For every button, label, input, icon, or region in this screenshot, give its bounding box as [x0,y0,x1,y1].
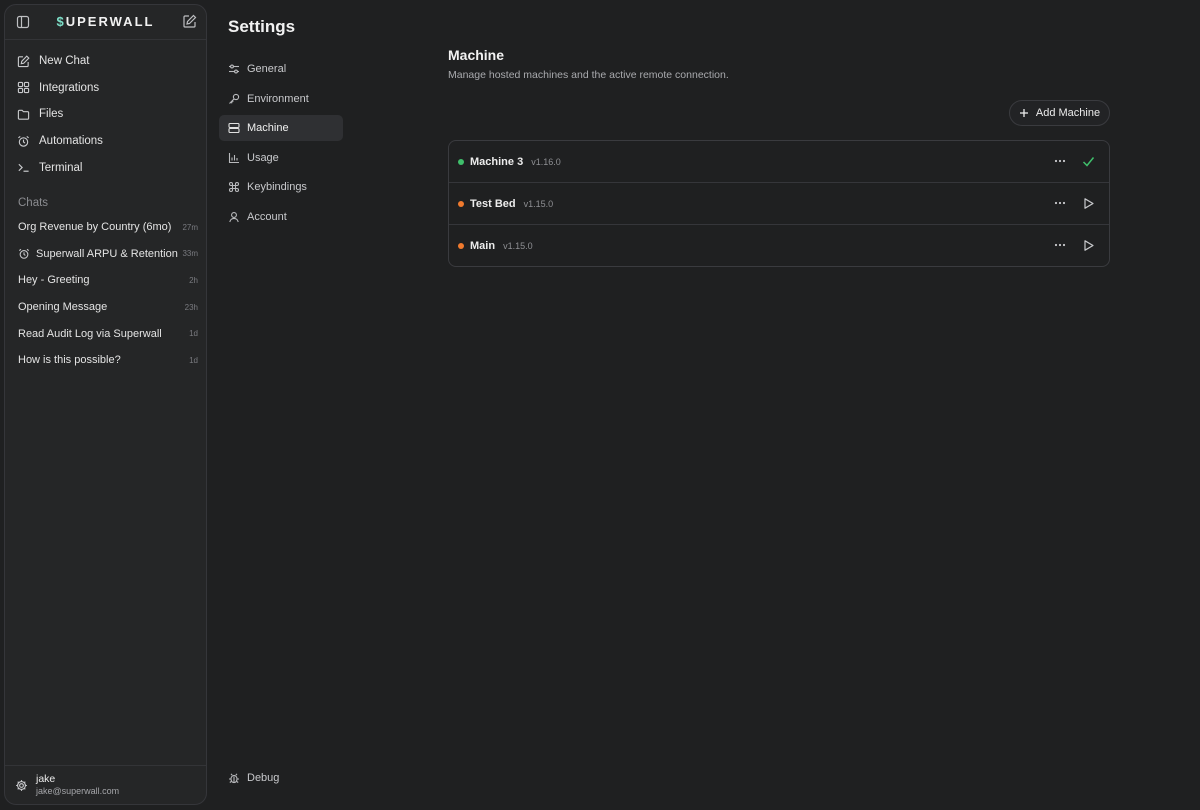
more-options-icon[interactable] [1054,239,1066,251]
settings-tab-label: Usage [247,151,279,164]
chat-time: 23h [184,302,198,312]
play-icon[interactable] [1082,197,1095,210]
settings-tab-machine[interactable]: Machine [219,115,343,141]
machine-version: v1.15.0 [503,241,533,251]
compose-icon [17,55,30,67]
chat-title: Org Revenue by Country (6mo) [18,221,172,234]
add-machine-label: Add Machine [1035,107,1101,119]
machine-list: Machine 3 v1.16.0 Test Bed v1.15.0 Main … [448,140,1110,267]
chats-section-title: Chats [18,197,49,209]
sidebar-item-label: Terminal [39,161,83,174]
sidebar-item-terminal[interactable]: Terminal [11,154,200,181]
alarm-icon [18,248,30,259]
chat-title: Superwall ARPU & Retention [36,247,178,260]
sidebar-item-files[interactable]: Files [11,101,200,128]
chat-title: Opening Message [18,301,108,314]
chat-time: 2h [189,275,198,285]
debug-label: Debug [247,772,280,784]
machine-name: Main [470,240,496,252]
settings-tab-label: Keybindings [247,181,307,193]
settings-tab-label: Environment [247,92,309,105]
section-title: Machine [448,47,505,63]
settings-tab-general[interactable]: General [219,56,343,82]
checkmark-icon[interactable] [1082,155,1095,168]
settings-nav: General Environment Machine Usage Keybin… [219,56,343,233]
superwall-logo: $UPERWALL [56,14,155,29]
chat-item[interactable]: How is this possible? 1d [11,347,200,374]
settings-tab-keybindings[interactable]: Keybindings [219,174,343,200]
settings-tab-label: Machine [247,122,289,134]
chat-time: 1d [189,355,198,365]
settings-tab-usage[interactable]: Usage [219,145,343,171]
grid-icon [17,82,30,94]
machine-name: Machine 3 [470,155,524,168]
more-options-icon[interactable] [1054,197,1066,209]
settings-tab-account[interactable]: Account [219,204,343,230]
machine-row[interactable]: Machine 3 v1.16.0 [449,141,1109,183]
sliders-icon [229,64,239,74]
chat-item[interactable]: Opening Message 23h [11,294,200,321]
machine-version: v1.15.0 [523,198,554,209]
chat-time: 33m [182,249,198,259]
sidebar-item-label: Integrations [39,81,100,94]
chat-time: 27m [182,222,198,232]
section-description: Manage hosted machines and the active re… [448,69,729,81]
settings-tab-label: General [247,63,287,75]
command-icon [228,181,240,193]
status-dot [458,158,464,165]
debug-button[interactable]: Debug [228,772,279,784]
server-icon [228,122,240,134]
status-dot [458,200,464,207]
machine-name: Test Bed [470,197,516,210]
machine-row[interactable]: Main v1.15.0 [449,225,1109,266]
terminal-icon [18,163,29,172]
chat-time: 1d [189,329,198,339]
chat-item[interactable]: Read Audit Log via Superwall 1d [11,320,200,347]
user-email: jake@superwall.com [36,786,120,796]
sidebar-item-automations[interactable]: Automations [11,128,200,155]
gear-icon[interactable] [15,779,28,792]
page-title: Settings [228,17,296,36]
plus-icon [1019,109,1028,117]
compose-icon[interactable] [182,14,197,29]
settings-tab-environment[interactable]: Environment [219,86,343,112]
status-dot [458,243,464,249]
machine-row[interactable]: Test Bed v1.15.0 [449,183,1109,225]
chat-item[interactable]: Hey - Greeting 2h [11,267,200,294]
sidebar-header: $UPERWALL [5,5,206,40]
user-profile[interactable]: jake jake@superwall.com [5,765,206,804]
chat-list: Org Revenue by Country (6mo) 27m Superwa… [11,214,200,374]
more-options-icon[interactable] [1054,155,1066,167]
folder-icon [17,109,30,120]
sidebar-nav: New Chat Integrations Files Automations … [11,48,200,181]
chat-item[interactable]: Superwall ARPU & Retention 33m [11,241,200,268]
chat-title: How is this possible? [18,354,121,367]
sidebar-item-integrations[interactable]: Integrations [11,75,200,102]
play-icon[interactable] [1082,239,1095,252]
bar-chart-icon [228,152,239,163]
add-machine-button[interactable]: Add Machine [1009,100,1110,126]
app-window: $UPERWALL New Chat Integrations Files Au… [0,0,1200,810]
sidebar-item-label: Files [39,108,64,121]
sidebar: $UPERWALL New Chat Integrations Files Au… [4,4,207,805]
chat-title: Read Audit Log via Superwall [18,327,162,340]
bug-icon [229,773,239,784]
machine-version: v1.16.0 [531,156,561,167]
chat-title: Hey - Greeting [18,274,90,287]
user-name: jake [36,773,56,785]
user-icon [229,211,239,222]
sidebar-item-new-chat[interactable]: New Chat [11,48,200,75]
key-icon [229,93,240,104]
alarm-icon [18,135,29,147]
chat-item[interactable]: Org Revenue by Country (6mo) 27m [11,214,200,241]
sidebar-item-label: New Chat [39,55,90,68]
settings-tab-label: Account [247,210,287,223]
sidebar-item-label: Automations [39,135,103,148]
